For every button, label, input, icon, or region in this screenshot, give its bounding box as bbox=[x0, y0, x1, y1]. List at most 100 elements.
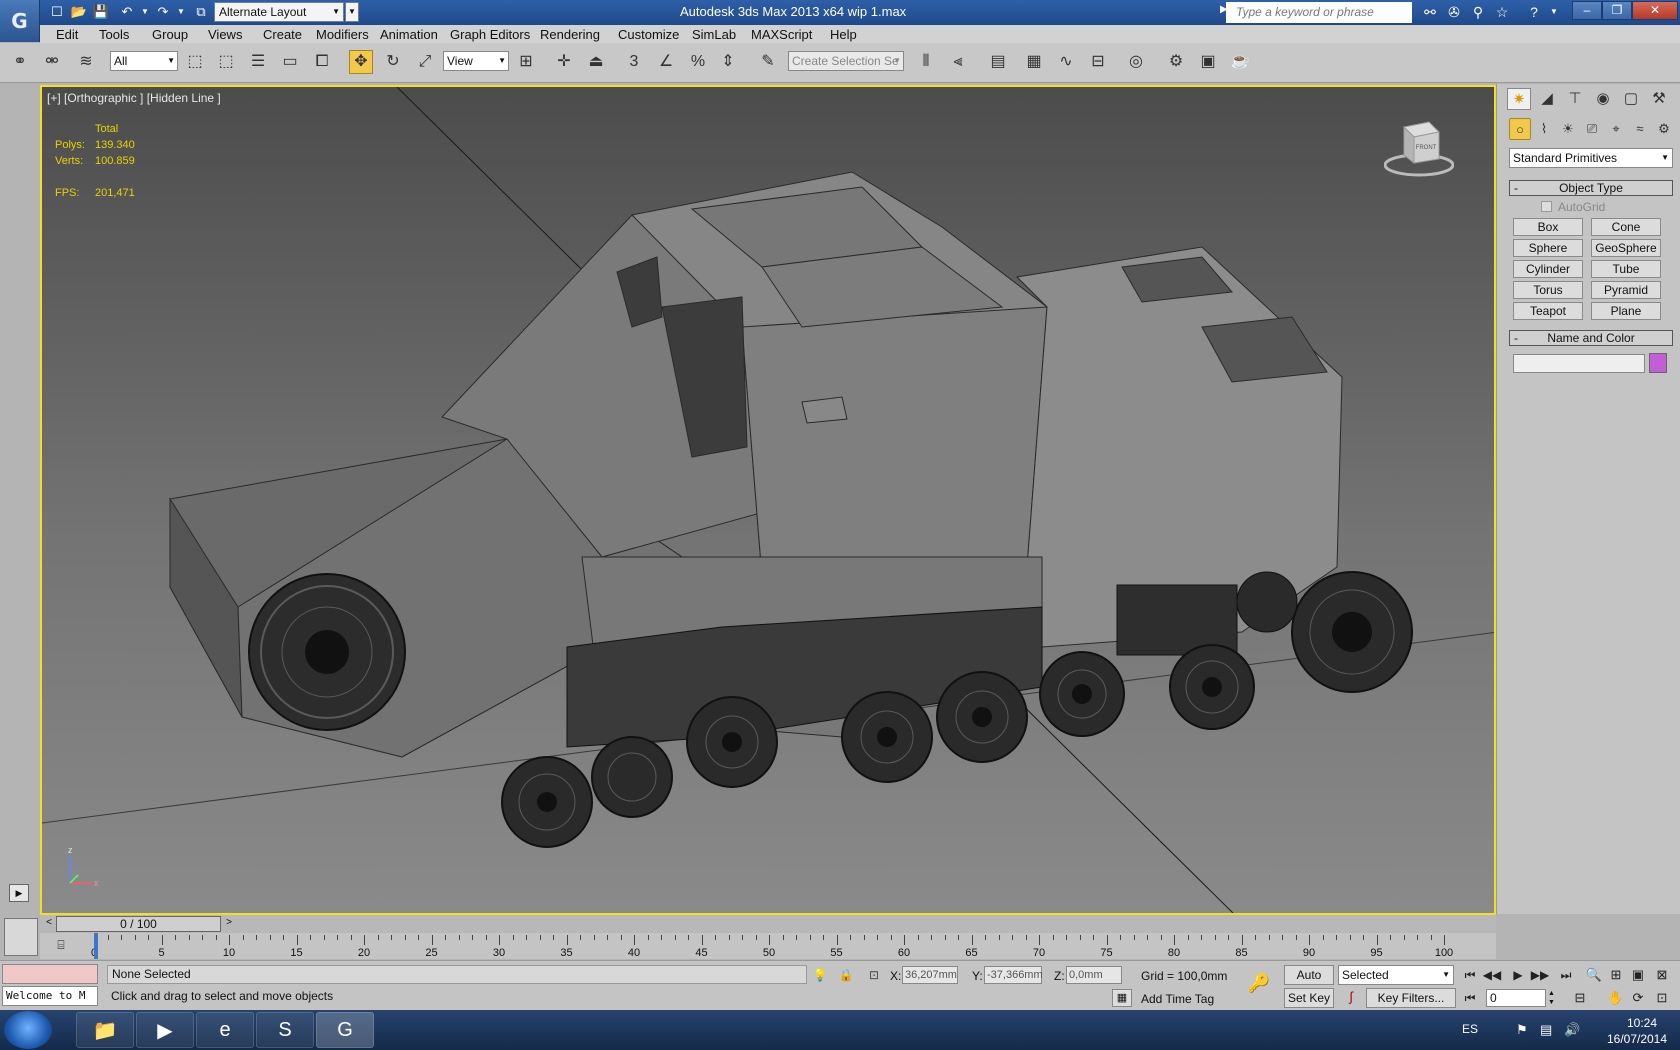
material-editor-icon[interactable]: ◎ bbox=[1124, 50, 1148, 74]
bind-space-warp-icon[interactable]: ≋ bbox=[74, 50, 98, 74]
link-icon[interactable]: ⚭ bbox=[8, 50, 32, 74]
object-name-input[interactable] bbox=[1513, 354, 1645, 373]
torus-button[interactable]: Torus bbox=[1513, 281, 1583, 299]
go-to-end-icon[interactable]: ⏭ bbox=[1556, 966, 1576, 984]
menu-group[interactable]: Group bbox=[152, 27, 188, 42]
time-slider-next[interactable]: > bbox=[222, 916, 236, 932]
start-button[interactable] bbox=[4, 1011, 52, 1049]
orthographic-viewport[interactable]: [+] [Orthographic ] [Hidden Line ] Total… bbox=[40, 85, 1496, 915]
spacewarps-subtab-icon[interactable]: ≈ bbox=[1629, 118, 1651, 140]
window-crossing-icon[interactable]: ⧠ bbox=[310, 50, 334, 74]
percent-snap-icon[interactable]: % bbox=[686, 50, 710, 74]
pyramid-button[interactable]: Pyramid bbox=[1591, 281, 1661, 299]
3ds-max-task-icon[interactable]: G bbox=[316, 1012, 374, 1048]
skype-icon[interactable]: S bbox=[256, 1012, 314, 1048]
help-dropdown-icon[interactable]: ▼ bbox=[1544, 3, 1564, 21]
sphere-button[interactable]: Sphere bbox=[1513, 239, 1583, 257]
search-input[interactable]: Type a keyword or phrase bbox=[1226, 2, 1412, 23]
current-frame-field[interactable]: 0 bbox=[1486, 989, 1546, 1007]
curve-editor-toggle-icon[interactable]: ⌸ bbox=[48, 935, 74, 957]
cylinder-button[interactable]: Cylinder bbox=[1513, 260, 1583, 278]
edit-named-selection-icon[interactable]: ✎ bbox=[756, 50, 780, 74]
go-to-start-icon[interactable]: ⏮ bbox=[1460, 966, 1480, 984]
z-coord-field[interactable]: 0,0mm bbox=[1066, 966, 1122, 984]
angle-snap-icon[interactable]: ∠ bbox=[654, 50, 678, 74]
menu-customize[interactable]: Customize bbox=[618, 27, 679, 42]
unlink-icon[interactable]: ⚮ bbox=[40, 50, 64, 74]
x-coord-field[interactable]: 36,207mm bbox=[902, 966, 958, 984]
undo-dropdown-icon[interactable]: ▼ bbox=[136, 3, 154, 21]
workspace-select[interactable]: Alternate Layout ▼ bbox=[214, 2, 344, 22]
current-frame-spinner[interactable]: ▲ ▼ bbox=[1548, 989, 1558, 1007]
geosphere-button[interactable]: GeoSphere bbox=[1591, 239, 1661, 257]
category-select[interactable]: Standard Primitives ▼ bbox=[1509, 148, 1673, 168]
menu-animation[interactable]: Animation bbox=[380, 27, 438, 42]
time-tag-icon[interactable]: ▦ bbox=[1112, 989, 1132, 1007]
key-filter-curve-icon[interactable]: ∫ bbox=[1340, 989, 1362, 1007]
favorites-star-icon[interactable]: ☆ bbox=[1492, 3, 1512, 21]
key-filters-button[interactable]: Key Filters... bbox=[1366, 988, 1456, 1008]
select-and-rotate-icon[interactable]: ↻ bbox=[381, 50, 405, 74]
render-setup-icon[interactable]: ⚙ bbox=[1164, 50, 1188, 74]
menu-tools[interactable]: Tools bbox=[99, 27, 129, 42]
rectangular-selection-icon[interactable]: ▭ bbox=[278, 50, 302, 74]
create-tab-icon[interactable]: ✷ bbox=[1507, 88, 1531, 110]
object-type-rollout[interactable]: - Object Type bbox=[1509, 180, 1673, 196]
display-tab-icon[interactable]: ▢ bbox=[1619, 88, 1643, 110]
set-keys-key-icon[interactable]: 🔑 bbox=[1244, 973, 1274, 997]
volume-icon[interactable]: 🔊 bbox=[1564, 1022, 1580, 1038]
file-explorer-icon[interactable]: 📁 bbox=[76, 1012, 134, 1048]
expand-track-icon[interactable]: ▶ bbox=[9, 884, 29, 902]
key-mode-toggle-icon[interactable]: ⏮ bbox=[1460, 989, 1480, 1007]
box-button[interactable]: Box bbox=[1513, 218, 1583, 236]
cone-button[interactable]: Cone bbox=[1591, 218, 1661, 236]
menu-help[interactable]: Help bbox=[830, 27, 857, 42]
scene-explorer-icon[interactable]: ▦ bbox=[1022, 50, 1046, 74]
autogrid-checkbox[interactable]: AutoGrid bbox=[1541, 200, 1605, 214]
viewport-label[interactable]: [+] [Orthographic ] [Hidden Line ] bbox=[47, 91, 221, 105]
pan-icon[interactable]: ✋ bbox=[1606, 989, 1626, 1007]
undo-icon[interactable]: ↶ bbox=[118, 3, 136, 21]
menu-maxscript[interactable]: MAXScript bbox=[751, 27, 812, 42]
schematic-view-icon[interactable]: ⊟ bbox=[1086, 50, 1110, 74]
open-file-icon[interactable]: 📂 bbox=[70, 3, 88, 21]
add-time-tag[interactable]: Add Time Tag bbox=[1141, 992, 1214, 1006]
systems-subtab-icon[interactable]: ⚙ bbox=[1653, 118, 1675, 140]
menu-edit[interactable]: Edit bbox=[56, 27, 78, 42]
new-file-icon[interactable]: ☐ bbox=[48, 3, 66, 21]
lights-subtab-icon[interactable]: ☀ bbox=[1557, 118, 1579, 140]
clock-date[interactable]: 16/07/2014 bbox=[1597, 1032, 1677, 1046]
time-slider-thumb[interactable]: 0 / 100 bbox=[56, 916, 221, 932]
reference-coordinate-select[interactable]: View ▼ bbox=[443, 51, 509, 71]
absolute-mode-icon[interactable]: ⊡ bbox=[865, 966, 883, 984]
rendered-frame-window-icon[interactable]: ▣ bbox=[1196, 50, 1220, 74]
select-by-name-icon[interactable]: ⬚ bbox=[214, 50, 238, 74]
menu-simlab[interactable]: SimLab bbox=[692, 27, 736, 42]
clock-time[interactable]: 10:24 bbox=[1607, 1016, 1677, 1030]
modify-tab-icon[interactable]: ◢ bbox=[1535, 88, 1559, 110]
motion-tab-icon[interactable]: ◉ bbox=[1591, 88, 1615, 110]
menu-graph-editors[interactable]: Graph Editors bbox=[450, 27, 530, 42]
time-slider[interactable]: < 0 / 100 > bbox=[40, 915, 1496, 933]
plane-button[interactable]: Plane bbox=[1591, 302, 1661, 320]
keyboard-shortcut-override-icon[interactable]: ⏏ bbox=[584, 50, 608, 74]
key-mode-select[interactable]: Selected ▼ bbox=[1338, 965, 1454, 985]
next-frame-icon[interactable]: ▶▶ bbox=[1530, 966, 1550, 984]
communication-icon[interactable]: ⚲ bbox=[1468, 3, 1488, 21]
render-production-icon[interactable]: ☕ bbox=[1228, 50, 1252, 74]
select-and-manipulate-icon[interactable]: ✛ bbox=[552, 50, 576, 74]
menu-create[interactable]: Create bbox=[263, 27, 302, 42]
zoom-all-icon[interactable]: ⊞ bbox=[1606, 966, 1626, 984]
action-center-flag-icon[interactable]: ⚑ bbox=[1516, 1022, 1528, 1038]
viewcube[interactable]: FRONT bbox=[1383, 117, 1455, 177]
menu-modifiers[interactable]: Modifiers bbox=[316, 27, 369, 42]
cameras-subtab-icon[interactable]: ⎚ bbox=[1581, 118, 1603, 140]
shapes-subtab-icon[interactable]: ⌇ bbox=[1533, 118, 1555, 140]
track-bar[interactable]: ⌸ 05101520253035404550556065707580859095… bbox=[40, 933, 1496, 959]
snaps-toggle-icon[interactable]: 3 bbox=[622, 50, 646, 74]
select-and-scale-icon[interactable]: ⤢ bbox=[413, 50, 437, 74]
close-button[interactable]: ✕ bbox=[1632, 1, 1678, 20]
language-indicator[interactable]: ES bbox=[1462, 1022, 1478, 1036]
isolate-selection-icon[interactable]: 💡 bbox=[811, 966, 829, 984]
layer-manager-icon[interactable]: ▤ bbox=[986, 50, 1010, 74]
